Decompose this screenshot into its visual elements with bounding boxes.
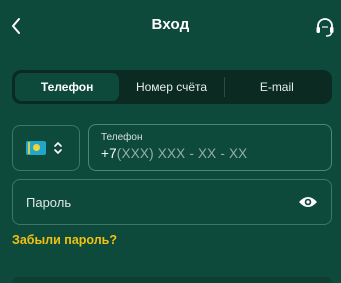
phone-mask-placeholder: (XXX) XXX - XX - XX (116, 146, 248, 161)
login-method-tabs: Телефон Номер счёта E-mail (12, 70, 332, 104)
country-code-picker[interactable] (12, 125, 80, 171)
forgot-password-link[interactable]: Забыли пароль? (12, 233, 117, 247)
tab-account-number[interactable]: Номер счёта (119, 73, 223, 101)
support-button[interactable] (311, 13, 339, 41)
headset-icon (316, 18, 334, 37)
tab-phone[interactable]: Телефон (15, 73, 120, 101)
kazakhstan-flag-icon (26, 141, 46, 155)
login-screen: Вход Телефон Номер счёта E-mail Телефон … (0, 0, 341, 283)
page-title: Вход (151, 16, 190, 33)
phone-field-value: +7(XXX) XXX - XX - XX (101, 146, 319, 161)
phone-field-label: Телефон (101, 132, 143, 143)
phone-prefix: +7 (101, 146, 117, 161)
phone-input[interactable]: Телефон +7(XXX) XXX - XX - XX (88, 124, 332, 171)
header: Вход (0, 0, 341, 52)
eye-icon (299, 197, 317, 207)
chevron-up-down-icon (52, 139, 64, 157)
password-input[interactable]: Пароль (12, 179, 332, 225)
password-visibility-toggle[interactable] (291, 185, 325, 219)
password-placeholder: Пароль (26, 194, 72, 210)
submit-button-partial[interactable] (12, 277, 332, 283)
tab-email[interactable]: E-mail (225, 73, 329, 101)
